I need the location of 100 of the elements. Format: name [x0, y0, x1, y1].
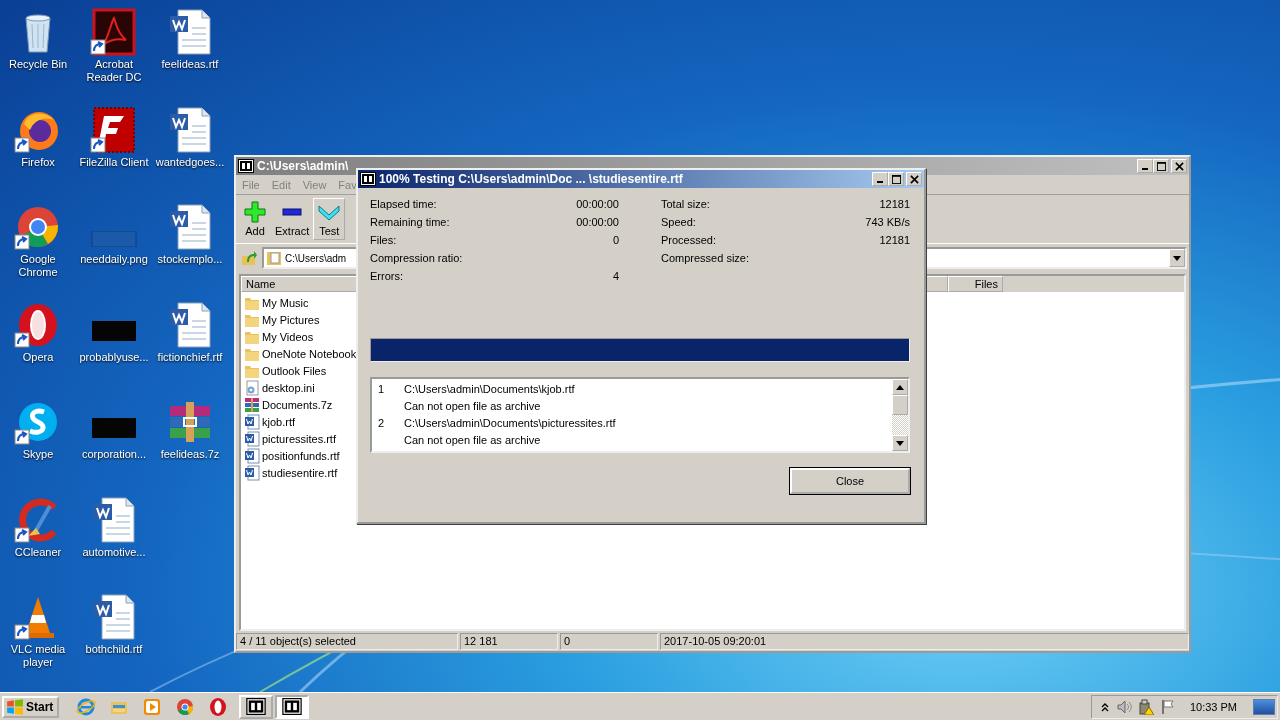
- close-icon: [909, 174, 919, 184]
- file-row[interactable]: My Videos: [241, 328, 359, 345]
- stat-label: Remaining time:: [370, 216, 450, 230]
- file-row[interactable]: kjob.rtf: [241, 413, 359, 430]
- document-icon: [244, 430, 260, 447]
- file-row[interactable]: picturessites.rtf: [241, 430, 359, 447]
- desktop-icon[interactable]: Acrobat Reader DC: [76, 6, 152, 104]
- message-text: C:\Users\admin\Documents\picturessites.rtf: [404, 416, 616, 429]
- stat-value: 00:00:00: [576, 216, 619, 230]
- chevron-up-icon[interactable]: [1099, 701, 1110, 712]
- desktop-icon[interactable]: feelideas.rtf: [152, 6, 228, 104]
- file-row[interactable]: My Music: [241, 294, 359, 311]
- folder-up-arrow-icon: [241, 250, 257, 266]
- message-text: C:\Users\admin\Documents\kjob.rtf: [404, 382, 575, 395]
- desktop-icon[interactable]: automotive...: [76, 493, 152, 591]
- stat-label: Compression ratio:: [370, 252, 463, 266]
- file-row[interactable]: My Pictures: [241, 311, 359, 328]
- desktop-icon[interactable]: bothchild.rtf: [76, 591, 152, 689]
- document-icon: [244, 464, 260, 481]
- stat-value: 12181: [879, 234, 910, 248]
- minimize-icon: [1142, 167, 1148, 170]
- message-number: 2: [378, 416, 385, 429]
- desktop-icon[interactable]: CCleaner: [0, 493, 76, 591]
- file-row[interactable]: studiesentire.rtf: [241, 464, 359, 481]
- message-text: Can not open file as archive: [404, 399, 541, 412]
- flag-icon[interactable]: [1159, 698, 1176, 715]
- desktop-icon[interactable]: wantedgoes...: [152, 103, 228, 201]
- stat-label: Files:: [370, 234, 397, 248]
- stat-value: 12181: [879, 198, 910, 212]
- file-row[interactable]: Outlook Files: [241, 362, 359, 379]
- taskbar-app-button[interactable]: [239, 694, 274, 719]
- windows-flag-icon: [6, 697, 24, 716]
- stat-value: 743 KB/s: [865, 216, 910, 230]
- stat-value: 0: [612, 234, 619, 248]
- status-bar-cell: 4 / 11 object(s) selected: [236, 633, 458, 650]
- app-icon: [282, 698, 303, 715]
- speaker-icon[interactable]: [1115, 698, 1132, 715]
- archive-icon: [244, 396, 260, 413]
- minimize-icon: [877, 180, 883, 183]
- settings-file-icon: [244, 379, 260, 396]
- app-icon: [360, 172, 376, 186]
- desktop-icon[interactable]: Recycle Bin: [0, 6, 76, 104]
- close-button[interactable]: [906, 172, 922, 186]
- maximize-icon: [891, 174, 901, 184]
- document-icon: [244, 413, 260, 430]
- dropdown-button[interactable]: [1169, 249, 1185, 267]
- taskbar-app-button[interactable]: [275, 694, 310, 719]
- file-row[interactable]: positionfunds.rtf: [241, 447, 359, 464]
- stat-label: Speed:: [661, 216, 696, 230]
- file-row[interactable]: desktop.ini: [241, 379, 359, 396]
- status-bar-cell: 12 181: [460, 633, 558, 650]
- message-text: Can not open file as archive: [404, 433, 541, 446]
- desktop-icon[interactable]: stockemplo...: [152, 201, 228, 299]
- show-desktop-button[interactable]: [1253, 698, 1275, 715]
- dialog-title: 100% Testing C:\Users\admin\Doc ... \studiesentire.rtf: [379, 172, 684, 186]
- file-row[interactable]: Documents.7z: [241, 396, 359, 413]
- toolbar-button[interactable]: Extract: [271, 198, 314, 240]
- network-warning-icon[interactable]: [1137, 698, 1154, 715]
- desktop-icon[interactable]: fictionchief.rtf: [152, 298, 228, 396]
- scrollbar[interactable]: [892, 379, 908, 451]
- stat-value: 00:00:00: [576, 198, 619, 212]
- stat-label: Elapsed time:: [370, 198, 437, 212]
- desktop-icon[interactable]: probablyuse...: [76, 298, 152, 396]
- desktop-icon[interactable]: Skype: [0, 396, 76, 494]
- stat-label: Processed:: [661, 234, 717, 248]
- toolbar-button[interactable]: Add: [239, 198, 271, 240]
- desktop-icon[interactable]: Google Chrome: [0, 201, 76, 299]
- stat-label: Errors:: [370, 270, 403, 284]
- desktop-icon[interactable]: corporation...: [76, 396, 152, 494]
- stat-label: Total size:: [661, 198, 710, 212]
- document-icon: [244, 447, 260, 464]
- status-bar-cell: 0: [560, 633, 658, 650]
- minimize-button[interactable]: [872, 172, 888, 186]
- toolbar-button[interactable]: Test: [313, 198, 346, 240]
- desktop-icon[interactable]: FileZilla Client: [76, 103, 152, 201]
- column-header[interactable]: Files: [948, 276, 1003, 292]
- file-row[interactable]: OneNote Notebook: [241, 345, 359, 362]
- caret-down-icon: [896, 440, 904, 446]
- stat-label: Compressed size:: [661, 252, 750, 266]
- start-button[interactable]: Start: [2, 695, 60, 718]
- window-title: C:\Users\admin\: [257, 159, 350, 173]
- close-dialog-button[interactable]: Close: [790, 468, 910, 494]
- desktop-icon[interactable]: needdaily.png: [76, 201, 152, 299]
- desktop-icon[interactable]: VLC media player: [0, 591, 76, 689]
- message-number: 1: [378, 382, 385, 395]
- desktop-icon[interactable]: Opera: [0, 298, 76, 396]
- folder-icon: [266, 250, 282, 266]
- desktop-icon[interactable]: feelideas.7z: [152, 396, 228, 494]
- maximize-icon: [1156, 161, 1166, 171]
- desktop-icon[interactable]: Firefox: [0, 103, 76, 201]
- caret-down-icon: [1173, 255, 1181, 261]
- clock[interactable]: 10:33 PM: [1189, 700, 1237, 713]
- status-bar-cell: 2017-10-05 09:20:01: [660, 633, 1189, 650]
- plus-icon: [243, 201, 267, 223]
- maximize-button[interactable]: [888, 172, 904, 186]
- caret-up-icon: [896, 384, 904, 390]
- app-icon: [246, 698, 267, 715]
- stat-value: 4: [612, 270, 619, 284]
- app-icon: [238, 159, 254, 173]
- close-icon: [1174, 161, 1184, 171]
